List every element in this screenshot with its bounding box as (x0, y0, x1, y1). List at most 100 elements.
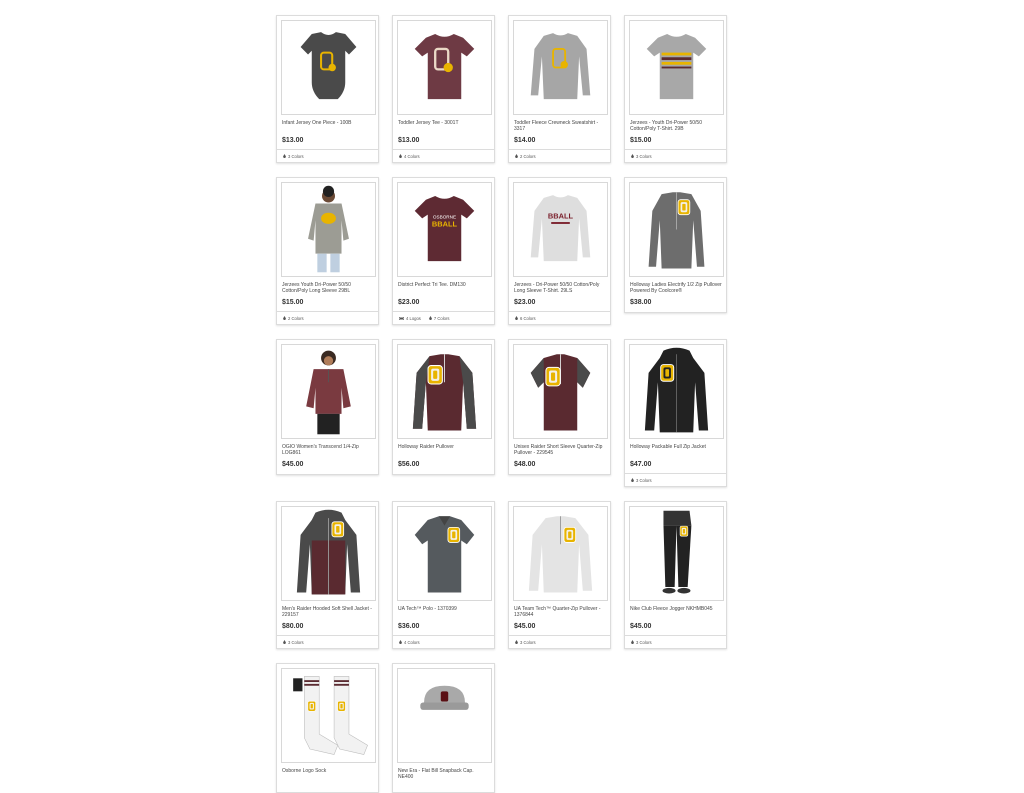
color-drop-icon (515, 640, 518, 644)
product-image[interactable] (513, 506, 608, 601)
product-options: 4 Logos 7 Colors (393, 311, 494, 324)
product-options: 4 Colors (393, 635, 494, 648)
color-count: 7 Colors (429, 316, 450, 321)
product-price: $45.00 (282, 461, 304, 468)
product-name[interactable]: OGIO Women's Transcend 1/4-Zip LOG861 (282, 444, 374, 456)
product-image[interactable] (397, 506, 492, 601)
product-card[interactable]: BBALL Jerzees - Dri-Power 50/50 Cotton/Po… (508, 177, 611, 325)
product-card[interactable]: UA Team Tech™ Quarter-Zip Pullover - 137… (508, 501, 611, 649)
product-price: $56.00 (398, 461, 420, 468)
product-options: 6 Colors (509, 311, 610, 324)
product-card[interactable]: Jerzees Youth Dri-Power 50/50 Cotton/Pol… (276, 177, 379, 325)
color-drop-icon (283, 640, 286, 644)
product-name[interactable]: New Era - Flat Bill Snapback Cap. NE400 (398, 768, 490, 780)
product-options: 2 Colors (509, 149, 610, 162)
color-count: 3 Colors (631, 478, 652, 483)
product-price: $15.00 (630, 137, 652, 144)
product-image[interactable] (281, 182, 376, 277)
product-price: $80.00 (282, 623, 304, 630)
color-count-label: 4 Colors (404, 153, 420, 159)
product-image[interactable] (513, 20, 608, 115)
color-count-label: 6 Colors (520, 315, 536, 321)
color-drop-icon (631, 640, 634, 644)
color-drop-icon (515, 316, 518, 320)
product-name[interactable]: Holloway Raider Pullover (398, 444, 490, 450)
product-name[interactable]: Jerzees - Youth Dri-Power 50/50 Cotton/P… (630, 120, 722, 132)
color-count: 3 Colors (631, 640, 652, 645)
product-price: $23.00 (398, 299, 420, 306)
color-drop-icon (399, 154, 402, 158)
product-card[interactable]: Holloway Packable Full Zip Jacket $47.00 3… (624, 339, 727, 487)
product-image[interactable] (281, 506, 376, 601)
product-card[interactable]: Osborne Logo Sock (276, 663, 379, 793)
product-card[interactable]: Unisex Raider Short Sleeve Quarter-Zip P… (508, 339, 611, 475)
color-count-label: 3 Colors (636, 477, 652, 483)
product-name[interactable]: Jerzees - Dri-Power 50/50 Cotton/Poly Lo… (514, 282, 606, 294)
product-image[interactable] (513, 344, 608, 439)
logo-count: 4 Logos (399, 316, 421, 321)
logos-icon (399, 316, 404, 320)
color-drop-icon (631, 154, 634, 158)
color-drop-icon (283, 154, 286, 158)
color-count: 2 Colors (515, 154, 536, 159)
color-drop-icon (283, 316, 286, 320)
product-image[interactable] (281, 20, 376, 115)
product-card[interactable]: Jerzees - Youth Dri-Power 50/50 Cotton/P… (624, 15, 727, 163)
logo-count-label: 4 Logos (406, 315, 421, 321)
product-name[interactable]: Holloway Packable Full Zip Jacket (630, 444, 722, 450)
product-image[interactable] (397, 20, 492, 115)
product-price: $23.00 (514, 299, 536, 306)
product-options: 3 Colors (277, 149, 378, 162)
product-name[interactable]: Infant Jersey One Piece - 100B (282, 120, 374, 126)
product-card[interactable]: Toddler Fleece Crewneck Sweatshirt - 331… (508, 15, 611, 163)
product-card[interactable]: Holloway Raider Pullover $56.00 (392, 339, 495, 475)
product-image[interactable] (629, 344, 724, 439)
product-price: $38.00 (630, 299, 652, 306)
product-name[interactable]: Toddler Jersey Tee - 3001T (398, 120, 490, 126)
color-count-label: 2 Colors (288, 315, 304, 321)
product-card[interactable]: UA Tech™ Polo - 1370399 $36.00 4 Colors (392, 501, 495, 649)
product-image[interactable] (629, 506, 724, 601)
product-card[interactable]: Nike Club Fleece Jogger NKHMB045 $45.00 3 … (624, 501, 727, 649)
product-price: $45.00 (630, 623, 652, 630)
product-card[interactable]: Holloway Ladies Electrify 1/2 Zip Pullov… (624, 177, 727, 313)
product-price: $13.00 (282, 137, 304, 144)
product-image[interactable] (629, 20, 724, 115)
product-image[interactable] (281, 668, 376, 763)
product-image[interactable] (629, 182, 724, 277)
color-count-label: 7 Colors (433, 315, 450, 321)
color-count: 3 Colors (283, 154, 304, 159)
product-image[interactable]: OSBORNE BBALL (397, 182, 492, 277)
product-card[interactable]: Toddler Jersey Tee - 3001T $13.00 4 Colors (392, 15, 495, 163)
product-name[interactable]: Unisex Raider Short Sleeve Quarter-Zip P… (514, 444, 606, 456)
color-count: 3 Colors (283, 640, 304, 645)
product-card[interactable]: Men's Raider Hooded Soft Shell Jacket - … (276, 501, 379, 649)
color-count-label: 3 Colors (288, 639, 304, 645)
color-count: 3 Colors (515, 640, 536, 645)
product-card[interactable]: New Era - Flat Bill Snapback Cap. NE400 (392, 663, 495, 793)
color-count-label: 4 Colors (404, 639, 420, 645)
product-image[interactable] (397, 668, 492, 763)
product-card[interactable]: Infant Jersey One Piece - 100B $13.00 3 Co… (276, 15, 379, 163)
product-name[interactable]: Holloway Ladies Electrify 1/2 Zip Pullov… (630, 282, 722, 294)
product-card[interactable]: OSBORNE BBALL District Perfect Tri Tee. DM… (392, 177, 495, 325)
product-price: $15.00 (282, 299, 304, 306)
color-count-label: 2 Colors (520, 153, 536, 159)
product-name[interactable]: District Perfect Tri Tee. DM130 (398, 282, 490, 288)
product-price: $47.00 (630, 461, 652, 468)
product-image[interactable]: BBALL (513, 182, 608, 277)
product-options: 3 Colors (625, 635, 726, 648)
product-image[interactable] (397, 344, 492, 439)
product-name[interactable]: UA Tech™ Polo - 1370399 (398, 606, 490, 612)
product-name[interactable]: Osborne Logo Sock (282, 768, 374, 774)
product-name[interactable]: Nike Club Fleece Jogger NKHMB045 (630, 606, 722, 612)
svg-text:OSBORNE: OSBORNE (433, 214, 456, 219)
product-name[interactable]: Toddler Fleece Crewneck Sweatshirt - 331… (514, 120, 606, 132)
product-name[interactable]: Jerzees Youth Dri-Power 50/50 Cotton/Pol… (282, 282, 374, 294)
product-name[interactable]: UA Team Tech™ Quarter-Zip Pullover - 137… (514, 606, 606, 618)
product-name[interactable]: Men's Raider Hooded Soft Shell Jacket - … (282, 606, 374, 618)
color-count: 4 Colors (399, 154, 420, 159)
product-image[interactable] (281, 344, 376, 439)
product-card[interactable]: OGIO Women's Transcend 1/4-Zip LOG861 $45… (276, 339, 379, 475)
color-count-label: 3 Colors (636, 153, 652, 159)
